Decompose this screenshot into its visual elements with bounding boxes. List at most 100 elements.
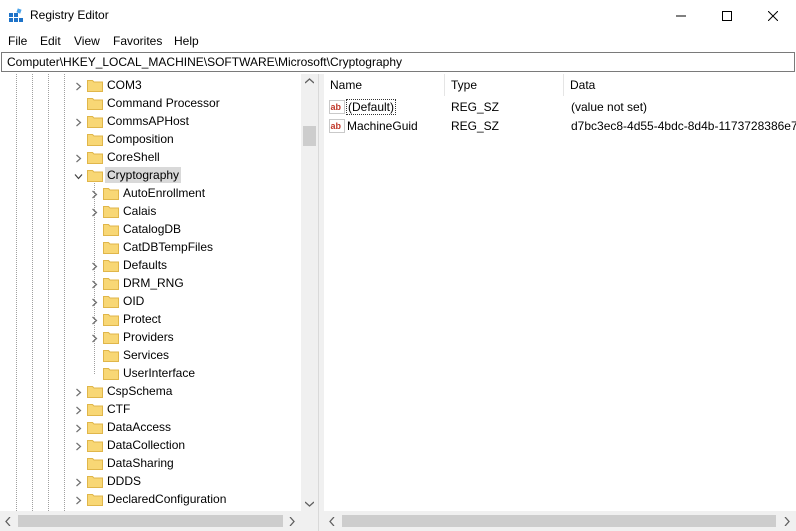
tree-horizontal-scroll-thumb[interactable] <box>18 515 283 527</box>
folder-icon <box>103 258 119 272</box>
chevron-right-icon[interactable] <box>74 422 83 433</box>
menu-edit[interactable]: Edit <box>40 34 61 48</box>
chevron-right-icon[interactable] <box>90 260 99 271</box>
svg-text:ab: ab <box>331 102 342 112</box>
menu-favorites[interactable]: Favorites <box>113 34 162 48</box>
column-header-data[interactable]: Data <box>564 74 796 96</box>
tree-item-label: AutoEnrollment <box>123 186 206 200</box>
address-bar[interactable]: Computer\HKEY_LOCAL_MACHINE\SOFTWARE\Mic… <box>1 52 795 72</box>
tree-horizontal-scrollbar[interactable] <box>0 511 301 531</box>
folder-icon <box>103 186 119 200</box>
folder-icon <box>87 474 103 488</box>
title-bar: Registry Editor <box>0 0 796 31</box>
folder-icon <box>87 384 103 398</box>
chevron-right-icon[interactable] <box>74 152 83 163</box>
tree-item[interactable]: DeclaredConfiguration <box>0 490 300 508</box>
close-button[interactable] <box>750 0 796 31</box>
scroll-up-icon[interactable] <box>305 78 314 84</box>
value-row[interactable]: ab (Default) REG_SZ (value not set) <box>324 98 796 117</box>
tree-item-label: CatalogDB <box>123 222 182 236</box>
chevron-right-icon[interactable] <box>90 188 99 199</box>
folder-icon <box>87 438 103 452</box>
scroll-left-icon[interactable] <box>329 517 335 526</box>
minimize-button[interactable] <box>658 0 704 31</box>
scrollbar-corner <box>301 511 318 531</box>
tree-item-label: CspSchema <box>107 384 173 398</box>
value-data: d7bc3ec8-4d55-4bdc-8d4b-1173728386e7 <box>571 119 796 133</box>
chevron-down-icon[interactable] <box>74 170 83 180</box>
tree-item[interactable]: DDDS <box>0 472 300 490</box>
tree-item-label: DataAccess <box>107 420 172 434</box>
chevron-right-icon[interactable] <box>74 386 83 397</box>
tree-item[interactable]: OID <box>0 292 300 310</box>
tree-item[interactable]: AutoEnrollment <box>0 184 300 202</box>
registry-editor-icon <box>9 8 23 22</box>
tree-item[interactable]: CommsAPHost <box>0 112 300 130</box>
tree-item-label: CTF <box>107 402 131 416</box>
chevron-right-icon[interactable] <box>74 404 83 415</box>
tree-item[interactable]: Calais <box>0 202 300 220</box>
tree-item-label: DeclaredConfiguration <box>107 492 227 506</box>
chevron-right-icon[interactable] <box>90 278 99 289</box>
tree-item[interactable]: COM3 <box>0 76 300 94</box>
chevron-right-icon[interactable] <box>90 332 99 343</box>
list-horizontal-scroll-thumb[interactable] <box>342 515 776 527</box>
scroll-down-icon[interactable] <box>305 501 314 507</box>
tree-item[interactable]: Protect <box>0 310 300 328</box>
tree-item[interactable]: Cryptography <box>0 166 300 184</box>
chevron-right-icon[interactable] <box>74 80 83 91</box>
tree-item[interactable]: DRM_RNG <box>0 274 300 292</box>
tree-item[interactable]: CatalogDB <box>0 220 300 238</box>
chevron-right-icon[interactable] <box>90 314 99 325</box>
column-header-name[interactable]: Name <box>324 74 445 96</box>
menu-file[interactable]: File <box>8 34 27 48</box>
tree-item[interactable]: Defaults <box>0 256 300 274</box>
tree-item[interactable]: CoreShell <box>0 148 300 166</box>
folder-icon <box>103 312 119 326</box>
value-name: (Default) <box>346 99 397 115</box>
column-header-type[interactable]: Type <box>445 74 564 96</box>
key-tree-pane[interactable]: COM3 Command Processor CommsAPHost Composit… <box>0 74 319 531</box>
close-icon <box>768 10 778 21</box>
tree-item[interactable]: Composition <box>0 130 300 148</box>
value-type: REG_SZ <box>451 100 500 114</box>
values-list-pane[interactable]: Name Type Data ab (Default) REG_SZ (valu… <box>324 74 796 531</box>
menu-help[interactable]: Help <box>174 34 199 48</box>
tree-vertical-scroll-thumb[interactable] <box>303 126 316 146</box>
tree-item[interactable]: DataSharing <box>0 454 300 472</box>
tree-item-label: CommsAPHost <box>107 114 190 128</box>
maximize-button[interactable] <box>704 0 750 31</box>
menu-bar: File Edit View Favorites Help <box>0 31 796 51</box>
tree-item[interactable]: UserInterface <box>0 364 300 382</box>
scroll-right-icon[interactable] <box>289 517 295 526</box>
list-horizontal-scrollbar[interactable] <box>324 511 796 531</box>
tree-item-label: Command Processor <box>107 96 220 110</box>
tree-item[interactable]: Services <box>0 346 300 364</box>
tree-item[interactable]: CatDBTempFiles <box>0 238 300 256</box>
string-value-icon: ab <box>329 119 345 133</box>
tree-item-label: CoreShell <box>107 150 160 164</box>
tree-item[interactable]: Command Processor <box>0 94 300 112</box>
chevron-right-icon[interactable] <box>90 206 99 217</box>
tree-item[interactable]: CTF <box>0 400 300 418</box>
chevron-right-icon[interactable] <box>74 440 83 451</box>
tree-item[interactable]: CspSchema <box>0 382 300 400</box>
tree-item-label: Composition <box>107 132 174 146</box>
column-header-label: Name <box>330 78 363 92</box>
tree-item[interactable]: DataCollection <box>0 436 300 454</box>
tree-item-label: Protect <box>123 312 162 326</box>
tree-item[interactable]: Providers <box>0 328 300 346</box>
chevron-right-icon[interactable] <box>74 494 83 505</box>
tree-item[interactable]: DataAccess <box>0 418 300 436</box>
string-value-icon: ab <box>329 100 345 114</box>
folder-icon <box>87 132 103 146</box>
chevron-right-icon[interactable] <box>90 296 99 307</box>
scroll-right-icon[interactable] <box>784 517 790 526</box>
minimize-icon <box>676 15 686 16</box>
chevron-right-icon[interactable] <box>74 116 83 127</box>
value-row[interactable]: ab MachineGuid REG_SZ d7bc3ec8-4d55-4bdc… <box>324 117 796 136</box>
tree-vertical-scrollbar[interactable] <box>301 74 318 511</box>
chevron-right-icon[interactable] <box>74 476 83 487</box>
menu-view[interactable]: View <box>74 34 100 48</box>
scroll-left-icon[interactable] <box>5 517 11 526</box>
